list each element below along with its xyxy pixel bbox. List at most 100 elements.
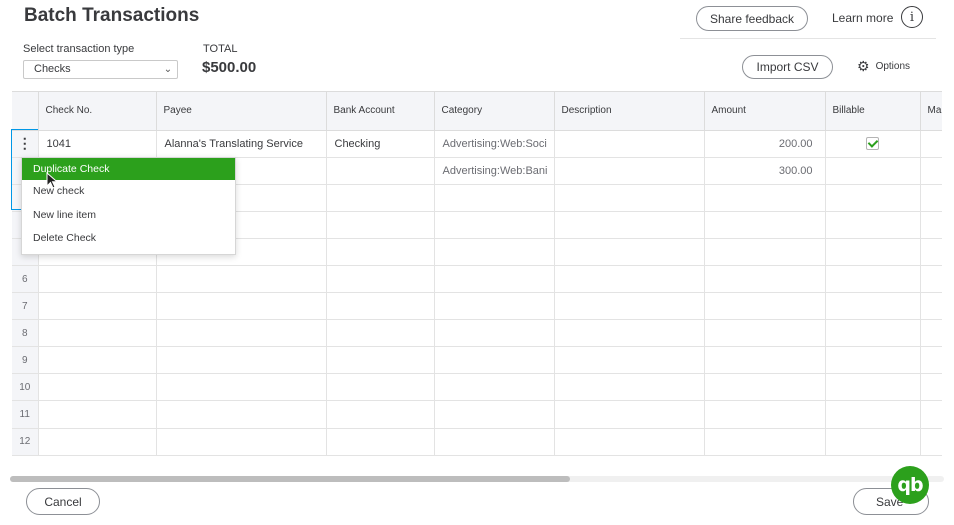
amount-cell[interactable] [704, 319, 826, 348]
import-csv-button[interactable]: Import CSV [742, 55, 833, 79]
learn-more-link[interactable]: Learn more [832, 11, 893, 25]
share-feedback-button[interactable]: Share feedback [696, 6, 808, 31]
table-row[interactable]: 11 [12, 400, 942, 429]
table-row[interactable]: 9 [12, 346, 942, 375]
category-cell[interactable] [434, 373, 555, 402]
billable-cell[interactable] [825, 319, 921, 348]
billable-cell[interactable] [825, 211, 921, 239]
bank-account-cell[interactable] [326, 211, 435, 239]
billable-cell[interactable] [825, 157, 921, 185]
table-row[interactable]: 12 [12, 428, 942, 456]
more-cell[interactable] [920, 238, 942, 266]
billable-cell[interactable] [825, 346, 921, 375]
bank-account-cell[interactable] [326, 428, 435, 456]
menu-item-new-line-item[interactable]: New line item [22, 204, 235, 228]
category-cell[interactable] [434, 211, 555, 239]
category-cell[interactable] [434, 292, 555, 321]
amount-cell[interactable] [704, 265, 826, 294]
description-cell[interactable] [554, 292, 705, 321]
billable-cell[interactable] [825, 238, 921, 266]
check-no-cell[interactable] [38, 428, 157, 456]
payee-cell[interactable] [156, 265, 327, 294]
amount-cell[interactable] [704, 238, 826, 266]
amount-cell[interactable]: 300.00 [704, 157, 826, 185]
amount-cell[interactable]: 200.00 [704, 130, 826, 158]
more-cell[interactable] [920, 428, 942, 456]
category-cell[interactable] [434, 400, 555, 429]
bank-account-cell[interactable] [326, 400, 435, 429]
bank-account-cell[interactable] [326, 265, 435, 294]
horizontal-scrollbar[interactable] [10, 476, 944, 482]
amount-cell[interactable] [704, 428, 826, 456]
more-cell[interactable] [920, 211, 942, 239]
check-no-cell[interactable] [38, 265, 157, 294]
info-icon[interactable]: i [901, 6, 923, 28]
more-cell[interactable] [920, 400, 942, 429]
category-cell[interactable] [434, 319, 555, 348]
payee-cell[interactable] [156, 373, 327, 402]
bank-account-cell[interactable]: Checking [326, 130, 435, 158]
check-no-cell[interactable] [38, 319, 157, 348]
more-cell[interactable] [920, 346, 942, 375]
description-cell[interactable] [554, 265, 705, 294]
amount-cell[interactable] [704, 373, 826, 402]
payee-cell[interactable] [156, 319, 327, 348]
billable-cell[interactable] [825, 265, 921, 294]
description-cell[interactable] [554, 211, 705, 239]
bank-account-cell[interactable] [326, 346, 435, 375]
column-header-more[interactable]: Ma [920, 92, 942, 131]
billable-checkbox[interactable] [866, 137, 879, 151]
payee-cell[interactable] [156, 346, 327, 375]
scrollbar-thumb[interactable] [10, 476, 570, 482]
check-no-cell[interactable] [38, 373, 157, 402]
options-button[interactable]: ⚙ Options [857, 59, 910, 73]
check-no-cell[interactable] [38, 292, 157, 321]
more-cell[interactable] [920, 319, 942, 348]
category-cell[interactable] [434, 428, 555, 456]
billable-cell[interactable] [825, 400, 921, 429]
table-row[interactable]: ⋮ 1041 Alanna's Translating Service Chec… [12, 130, 942, 158]
bank-account-cell[interactable] [326, 238, 435, 266]
description-cell[interactable] [554, 428, 705, 456]
column-header-amount[interactable]: Amount [704, 92, 826, 131]
column-header-payee[interactable]: Payee [156, 92, 327, 131]
table-row[interactable]: 8 [12, 319, 942, 348]
transaction-type-select[interactable]: Checks ⌄ [23, 60, 178, 79]
more-cell[interactable] [920, 184, 942, 212]
description-cell[interactable] [554, 184, 705, 212]
amount-cell[interactable] [704, 292, 826, 321]
billable-cell[interactable] [825, 130, 921, 158]
description-cell[interactable] [554, 346, 705, 375]
category-cell[interactable] [434, 184, 555, 212]
billable-cell[interactable] [825, 373, 921, 402]
description-cell[interactable] [554, 373, 705, 402]
column-header-bank-account[interactable]: Bank Account [326, 92, 435, 131]
column-header-check-no[interactable]: Check No. [38, 92, 157, 131]
bank-account-cell[interactable] [326, 319, 435, 348]
billable-cell[interactable] [825, 184, 921, 212]
table-row[interactable]: 6 [12, 265, 942, 294]
category-cell[interactable]: Advertising:Web:Soci [434, 130, 555, 158]
check-no-cell[interactable] [38, 346, 157, 375]
more-cell[interactable] [920, 265, 942, 294]
category-cell[interactable] [434, 265, 555, 294]
check-no-cell[interactable]: 1041 [38, 130, 157, 158]
description-cell[interactable] [554, 238, 705, 266]
menu-item-delete-check[interactable]: Delete Check [22, 227, 235, 251]
payee-cell[interactable]: Alanna's Translating Service [156, 130, 327, 158]
cancel-button[interactable]: Cancel [26, 488, 100, 515]
more-cell[interactable] [920, 292, 942, 321]
billable-cell[interactable] [825, 292, 921, 321]
category-cell[interactable]: Advertising:Web:Bani [434, 157, 555, 185]
bank-account-cell[interactable] [326, 373, 435, 402]
table-row[interactable]: 7 [12, 292, 942, 321]
amount-cell[interactable] [704, 400, 826, 429]
more-cell[interactable] [920, 157, 942, 185]
description-cell[interactable] [554, 400, 705, 429]
amount-cell[interactable] [704, 346, 826, 375]
amount-cell[interactable] [704, 211, 826, 239]
amount-cell[interactable] [704, 184, 826, 212]
bank-account-cell[interactable] [326, 292, 435, 321]
billable-cell[interactable] [825, 428, 921, 456]
description-cell[interactable] [554, 319, 705, 348]
